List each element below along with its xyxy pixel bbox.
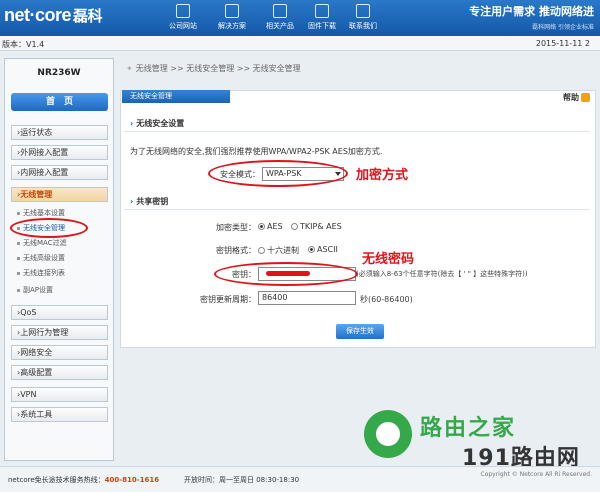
annotation-password: 无线密码 — [362, 252, 415, 267]
enc-aes-option[interactable]: AES — [258, 222, 283, 231]
contact-icon — [356, 4, 370, 18]
menu-wan[interactable]: ›外网接入配置 — [11, 145, 108, 160]
menu-behavior[interactable]: ›上网行为管理 — [11, 325, 108, 340]
radio-hex[interactable] — [258, 247, 265, 254]
home-button[interactable]: 首 页 — [11, 93, 108, 111]
submenu-wireless-clients[interactable]: 无线连接列表 — [17, 268, 65, 278]
fmt-ascii-option[interactable]: ASCII — [308, 245, 338, 254]
home-icon — [176, 4, 190, 18]
system-date: 2015-11-11 2 — [535, 39, 590, 48]
star-icon: ✦ — [126, 64, 133, 73]
version-bar: 版本：V1.4 2015-11-11 2 — [0, 36, 600, 51]
breadcrumb: ✦ 无线管理 >> 无线安全管理 >> 无线安全管理 — [126, 64, 301, 73]
highlight-circle-key — [214, 262, 358, 286]
submenu-wireless-mac[interactable]: 无线MAC过滤 — [17, 238, 67, 248]
menu-lan[interactable]: ›内网接入配置 — [11, 165, 108, 180]
menu-status[interactable]: ›运行状态 — [11, 125, 108, 140]
brand-logo[interactable]: net·core 磊科 — [4, 5, 103, 26]
nav-company-site[interactable]: 公司网站 — [158, 4, 208, 31]
slogan: 专注用户需求 推动网络进 — [469, 5, 594, 18]
panel-tab: 无线安全管理 — [122, 90, 230, 103]
key-hint: (必须输入8-63个任意字符(除去【 ' " 】这些特殊字符)) — [356, 270, 528, 278]
footer-copyright: Copyright © Netcore All Ri Reserved. — [480, 471, 593, 478]
menu-wireless[interactable]: ›无线管理 — [11, 187, 108, 202]
submenu-wireless-advanced[interactable]: 无线高级设置 — [17, 253, 65, 263]
footer: netcore免长途技术服务热线：400-810-1616 开放时间：周一至周日… — [0, 466, 600, 492]
submenu-wireless-basic[interactable]: 无线基本设置 — [17, 208, 65, 218]
renew-period-label: 密钥更新周期： — [200, 295, 256, 304]
footer-hotline: netcore免长途技术服务热线：400-810-1616 — [8, 476, 160, 484]
nav-solutions[interactable]: 解决方案 — [207, 4, 257, 31]
download-icon — [315, 4, 329, 18]
highlight-circle-menu — [10, 218, 88, 238]
menu-security[interactable]: ›网络安全 — [11, 345, 108, 360]
save-button[interactable]: 保存生效 — [336, 324, 384, 339]
product-icon — [273, 4, 287, 18]
encryption-type-label: 加密类型： — [216, 223, 256, 232]
highlight-circle-mode — [208, 160, 348, 187]
key-format-label: 密钥格式： — [216, 246, 256, 255]
sidebar: NR236W 首 页 ›运行状态 ›外网接入配置 ›内网接入配置 ›无线管理 无… — [4, 58, 114, 461]
radio-aes[interactable] — [258, 223, 265, 230]
help-link[interactable]: 帮助 — [563, 92, 590, 103]
divider — [124, 131, 590, 132]
menu-advanced[interactable]: ›高级配置 — [11, 365, 108, 380]
footer-hours: 开放时间：周一至周日 08:30-18:30 — [184, 476, 300, 484]
section-wireless-security: 无线安全设置 — [130, 118, 184, 129]
top-header: net·core 磊科 公司网站 解决方案 相关产品 固件下载 联系我们 专注用户… — [0, 0, 600, 36]
menu-system-tools[interactable]: ›系统工具 — [11, 407, 108, 422]
renew-period-input[interactable]: 86400 — [258, 291, 356, 305]
menu-qos[interactable]: ›QoS — [11, 305, 108, 320]
watermark-text: 路由之家 — [420, 416, 517, 441]
radio-ascii[interactable] — [308, 246, 315, 253]
menu-vpn[interactable]: ›VPN — [11, 387, 108, 402]
radio-tkip[interactable] — [291, 223, 298, 230]
nav-contact[interactable]: 联系我们 — [338, 4, 388, 31]
divider — [124, 209, 590, 210]
device-model: NR236W — [37, 68, 81, 78]
watermark-logo-icon — [364, 410, 412, 458]
annotation-encryption: 加密方式 — [356, 168, 409, 183]
firmware-version: 版本：V1.4 — [2, 40, 45, 49]
help-icon — [581, 93, 590, 102]
security-description: 为了无线网络的安全,我们强烈推荐使用WPA/WPA2-PSK AES加密方式. — [130, 147, 383, 156]
tools-icon — [225, 4, 239, 18]
enc-tkip-option[interactable]: TKIP& AES — [291, 222, 342, 231]
submenu-sub-ap[interactable]: 副AP设置 — [17, 285, 53, 295]
section-shared-key: 共享密钥 — [130, 196, 168, 207]
sub-slogan: 磊科网络 引领企业标准 — [532, 24, 594, 31]
renew-period-hint: 秒(60-86400) — [360, 295, 413, 304]
fmt-hex-option[interactable]: 十六进制 — [258, 245, 299, 256]
content-panel — [120, 90, 596, 348]
